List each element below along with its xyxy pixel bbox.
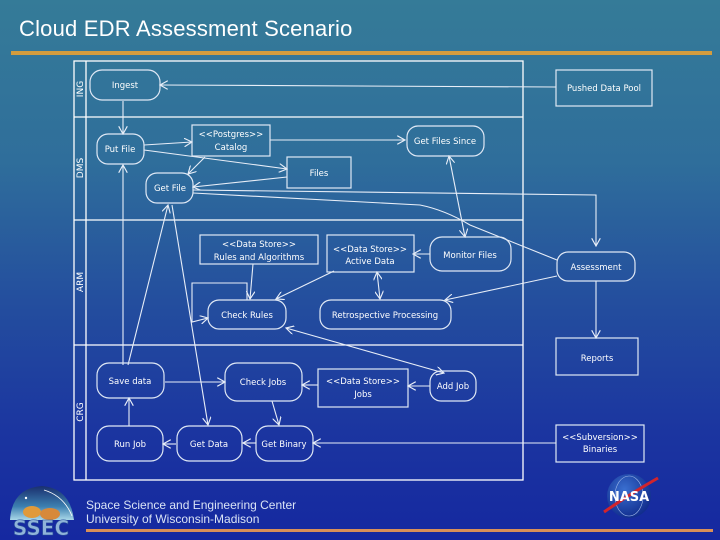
svg-text:Files: Files <box>310 169 329 179</box>
node-get-file[interactable]: Get File <box>145 172 194 204</box>
lane-label-ing: ING <box>76 81 86 97</box>
ssec-logo: SSEC <box>10 486 74 538</box>
node-postgres-catalog[interactable]: <<Postgres>> Catalog <box>191 124 271 157</box>
svg-text:ING: ING <box>76 81 86 97</box>
svg-text:<<Subversion>>: <<Subversion>> <box>562 433 638 443</box>
svg-text:Reports: Reports <box>581 354 614 364</box>
node-reports[interactable]: Reports <box>555 337 639 376</box>
svg-text:Get Binary: Get Binary <box>261 440 306 450</box>
node-monitor-files[interactable]: Monitor Files <box>429 236 512 272</box>
edge-rules-to-checkrules <box>250 263 253 299</box>
edge-files-to-getfile <box>193 176 288 187</box>
node-save-data[interactable]: Save data <box>96 362 165 399</box>
svg-text:Assessment: Assessment <box>571 263 623 273</box>
svg-text:Ingest: Ingest <box>112 81 139 91</box>
svg-text:Check Jobs: Check Jobs <box>240 378 287 388</box>
activity-diagram: ING DMS ARM CRG Ingest Pushed Data Pool … <box>73 60 653 481</box>
node-put-file[interactable]: Put File <box>96 133 145 165</box>
node-retrospective-processing[interactable]: Retrospective Processing <box>319 299 452 330</box>
lane-label-crg: CRG <box>76 402 86 422</box>
svg-text:Add Job: Add Job <box>437 382 469 392</box>
edge-getfile-to-getdata <box>171 204 208 425</box>
node-subversion-binaries[interactable]: <<Subversion>> Binaries <box>555 424 645 463</box>
node-rules-and-algorithms[interactable]: <<Data Store>> Rules and Algorithms <box>199 234 319 265</box>
node-pushed-data-pool[interactable]: Pushed Data Pool <box>555 69 653 107</box>
svg-text:Get Data: Get Data <box>190 440 228 450</box>
node-get-binary[interactable]: Get Binary <box>255 425 314 462</box>
svg-text:Catalog: Catalog <box>215 143 248 153</box>
svg-text:<<Data Store>>: <<Data Store>> <box>326 377 400 387</box>
edge-assessment-to-getfile <box>192 189 596 246</box>
svg-text:Retrospective Processing: Retrospective Processing <box>332 311 438 321</box>
edge-checkrules-addjob <box>286 328 444 373</box>
edge-activedata-to-checkrules <box>276 270 335 299</box>
svg-text:Save data: Save data <box>109 377 152 387</box>
edge-getfile-to-savedata <box>127 205 168 366</box>
lane-label-arm: ARM <box>76 272 86 292</box>
node-get-files-since[interactable]: Get Files Since <box>406 125 485 157</box>
svg-text:Get Files Since: Get Files Since <box>414 137 476 147</box>
node-get-data[interactable]: Get Data <box>176 425 243 462</box>
footer-org-name: Space Science and Engineering Center <box>86 498 297 512</box>
edge-getfilessince-monitorfiles <box>449 156 465 237</box>
nasa-logo: NASA <box>603 474 659 518</box>
svg-text:SSEC: SSEC <box>13 516 69 538</box>
edge-pool-to-ingest <box>160 85 557 87</box>
node-check-rules[interactable]: Check Rules <box>207 299 287 330</box>
svg-text:Jobs: Jobs <box>353 390 372 400</box>
svg-text:Pushed Data Pool: Pushed Data Pool <box>567 84 641 94</box>
svg-text:Get File: Get File <box>154 184 186 194</box>
svg-text:Binaries: Binaries <box>583 445 618 455</box>
svg-text:CRG: CRG <box>76 402 86 422</box>
node-files[interactable]: Files <box>286 156 352 189</box>
svg-text:Monitor Files: Monitor Files <box>443 251 497 261</box>
svg-text:Check Rules: Check Rules <box>221 311 273 321</box>
footer-university: University of Wisconsin-Madison <box>86 512 260 526</box>
node-check-jobs[interactable]: Check Jobs <box>224 362 303 402</box>
edge-checkjobs-to-getbinary <box>271 400 279 425</box>
edge-activedata-retro <box>377 272 380 299</box>
edge-putfile-to-catalog <box>143 142 192 145</box>
svg-text:<<Postgres>>: <<Postgres>> <box>199 130 264 140</box>
node-jobs[interactable]: <<Data Store>> Jobs <box>317 368 409 408</box>
node-add-job[interactable]: Add Job <box>429 370 477 402</box>
edge-assessment-to-retro <box>445 275 558 300</box>
svg-text:DMS: DMS <box>76 158 86 179</box>
footer-rule <box>86 529 713 532</box>
svg-text:ARM: ARM <box>76 272 86 292</box>
node-ingest[interactable]: Ingest <box>89 69 161 101</box>
svg-text:Put File: Put File <box>105 145 136 155</box>
node-run-job[interactable]: Run Job <box>96 425 164 462</box>
svg-text:Active Data: Active Data <box>345 257 394 267</box>
lane-label-dms: DMS <box>76 158 86 179</box>
edge-catalog-to-getfile <box>188 156 206 174</box>
svg-text:Run Job: Run Job <box>114 440 146 450</box>
node-active-data[interactable]: <<Data Store>> Active Data <box>326 234 415 273</box>
svg-text:<<Data Store>>: <<Data Store>> <box>222 240 296 250</box>
svg-text:Rules and Algorithms: Rules and Algorithms <box>214 253 305 263</box>
svg-text:NASA: NASA <box>609 490 649 505</box>
node-assessment[interactable]: Assessment <box>556 251 636 282</box>
svg-text:<<Data Store>>: <<Data Store>> <box>333 245 407 255</box>
